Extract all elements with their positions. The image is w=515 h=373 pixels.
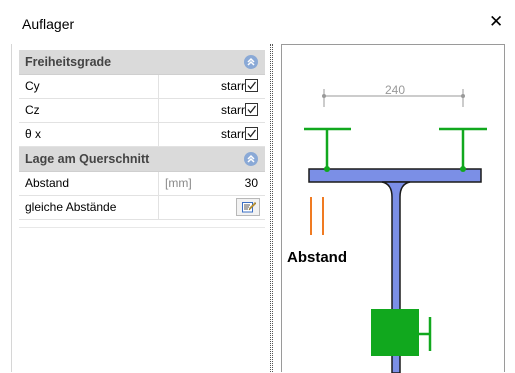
checkbox-theta-x[interactable] (245, 127, 258, 140)
row-abstand[interactable]: Abstand [mm] 30 (19, 172, 265, 196)
window-title: Auflager (22, 16, 75, 32)
close-icon[interactable]: ✕ (489, 13, 503, 30)
section-freiheitsgrade[interactable]: Freiheitsgrade (19, 50, 265, 75)
section-lage-am-querschnitt[interactable]: Lage am Querschnitt (19, 147, 265, 172)
checkbox-cz[interactable] (245, 103, 258, 116)
divider (158, 99, 159, 122)
property-grid: Freiheitsgrade Cy starr Cz starr θ x sta… (19, 50, 265, 220)
collapse-icon[interactable] (244, 55, 258, 69)
dimension-label: 240 (385, 83, 405, 97)
row-label: Cz (25, 103, 40, 117)
divider (158, 123, 159, 146)
beam-top-flange (308, 168, 482, 183)
splitter-handle[interactable] (269, 44, 274, 372)
row-cz: Cz starr (19, 99, 265, 123)
dimension-end (461, 94, 465, 98)
row-value: starr (221, 127, 245, 141)
support-left-node (324, 166, 330, 172)
divider (158, 172, 159, 195)
checkbox-cy[interactable] (245, 79, 258, 92)
row-value: starr (221, 103, 245, 117)
divider (158, 75, 159, 98)
row-gleiche-abstaende: gleiche Abstände (19, 196, 265, 220)
divider (158, 196, 159, 219)
bottom-support-block (371, 309, 419, 356)
section-label: Freiheitsgrade (25, 55, 112, 69)
row-label: Abstand (25, 176, 70, 190)
splitter-line (272, 44, 274, 372)
title-bar: Auflager ✕ (0, 0, 515, 44)
abstand-input[interactable]: 30 (245, 176, 258, 190)
row-label: gleiche Abstände (25, 200, 117, 214)
cross-section-diagram: 240 Abstand (287, 83, 487, 373)
row-cy: Cy starr (19, 75, 265, 99)
grid-bottom-border (19, 227, 265, 228)
window-border (11, 44, 12, 372)
collapse-icon[interactable] (244, 152, 258, 166)
edit-button[interactable] (236, 198, 260, 216)
row-theta-x: θ x starr (19, 123, 265, 147)
section-label: Lage am Querschnitt (25, 152, 150, 166)
unit-label: [mm] (165, 176, 192, 190)
support-right-node (460, 166, 466, 172)
row-label: θ x (25, 127, 42, 141)
edit-icon (242, 202, 256, 213)
abstand-label: Abstand (287, 249, 347, 266)
preview-canvas: 240 Abstand (281, 44, 505, 373)
row-label: Cy (25, 79, 40, 93)
row-value: starr (221, 79, 245, 93)
dimension-end (322, 94, 326, 98)
